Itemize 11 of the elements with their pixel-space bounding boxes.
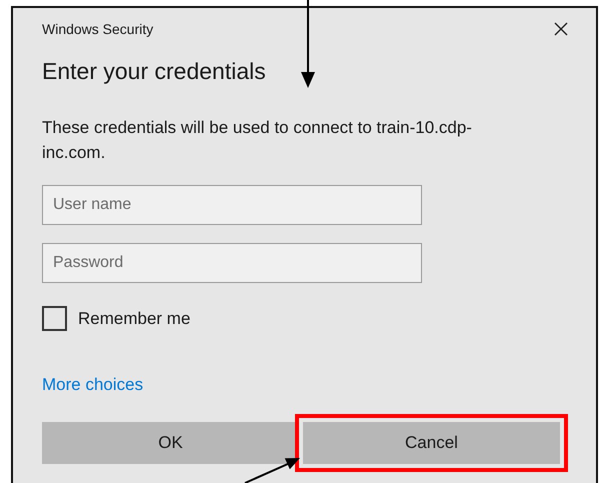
dialog-message: These credentials will be used to connect to train-10.cdp-inc.com. xyxy=(42,117,473,164)
more-choices-link[interactable]: More choices xyxy=(42,375,144,395)
remember-label: Remember me xyxy=(78,308,190,328)
dialog-heading: Enter your credentials xyxy=(42,58,266,85)
cancel-button[interactable]: Cancel xyxy=(303,422,560,464)
close-icon[interactable] xyxy=(554,22,568,36)
password-field[interactable]: Password xyxy=(42,243,422,283)
username-field[interactable]: User name xyxy=(42,185,422,225)
annotation-arrow xyxy=(244,458,300,483)
window-title: Windows Security xyxy=(42,21,154,37)
remember-checkbox[interactable] xyxy=(42,306,67,331)
